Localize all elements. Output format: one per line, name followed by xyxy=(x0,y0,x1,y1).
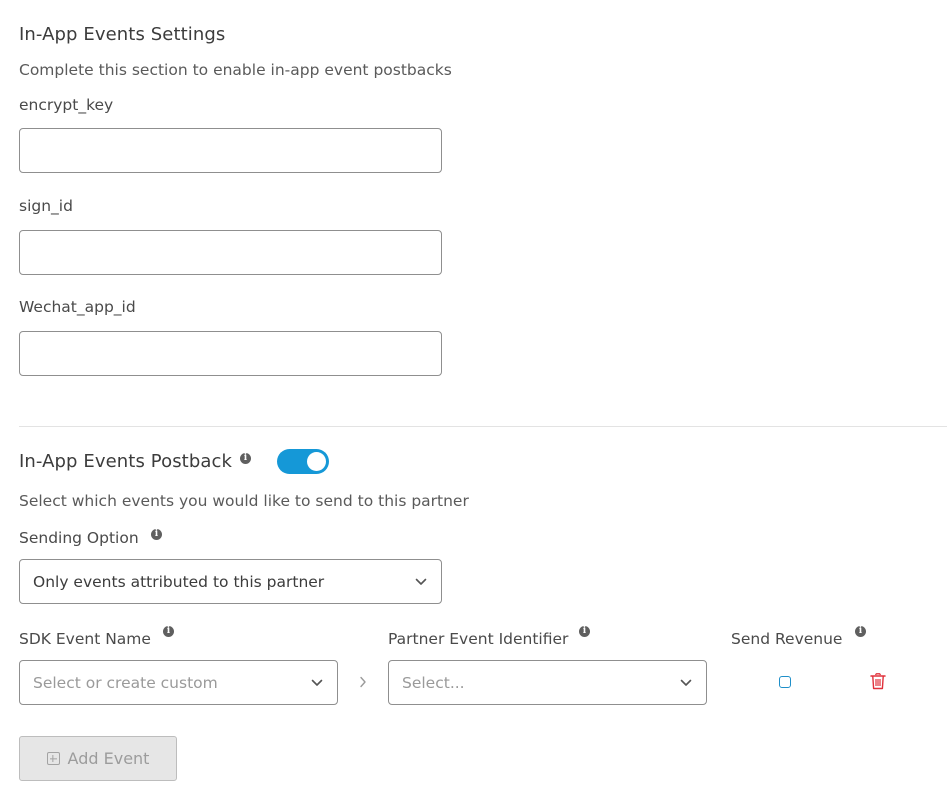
partner-event-select[interactable]: Select... xyxy=(388,660,707,705)
sending-option-value: Only events attributed to this partner xyxy=(33,572,325,591)
chevron-right-icon xyxy=(360,676,366,688)
chevron-down-icon xyxy=(680,679,692,686)
trash-icon[interactable] xyxy=(870,673,886,690)
info-icon[interactable]: i xyxy=(579,626,590,637)
in-app-events-panel: In-App Events Settings Complete this sec… xyxy=(0,0,947,798)
info-icon[interactable]: i xyxy=(240,453,251,464)
partner-event-placeholder: Select... xyxy=(402,673,465,692)
info-icon[interactable]: i xyxy=(855,626,866,637)
chevron-down-icon xyxy=(415,578,427,585)
send-revenue-checkbox[interactable] xyxy=(779,676,791,688)
settings-description: Complete this section to enable in-app e… xyxy=(19,61,452,79)
sdk-event-select[interactable]: Select or create custom xyxy=(19,660,338,705)
add-event-button[interactable]: Add Event xyxy=(19,736,177,781)
wechat-app-id-input[interactable] xyxy=(19,331,442,376)
sending-option-select[interactable]: Only events attributed to this partner xyxy=(19,559,442,604)
sign-id-label: sign_id xyxy=(19,197,73,215)
wechat-app-id-label: Wechat_app_id xyxy=(19,298,136,316)
sending-option-label: Sending Option xyxy=(19,529,139,547)
send-revenue-header: Send Revenue xyxy=(731,630,843,648)
postback-toggle[interactable] xyxy=(277,449,329,474)
sign-id-input[interactable] xyxy=(19,230,442,275)
partner-event-identifier-header: Partner Event Identifier xyxy=(388,630,569,648)
toggle-knob xyxy=(307,452,326,471)
section-divider xyxy=(19,426,947,427)
postback-title: In-App Events Postback xyxy=(19,451,233,472)
chevron-down-icon xyxy=(311,679,323,686)
encrypt-key-input[interactable] xyxy=(19,128,442,173)
settings-title: In-App Events Settings xyxy=(19,24,226,45)
info-icon[interactable]: i xyxy=(163,626,174,637)
add-event-label: Add Event xyxy=(67,749,150,768)
plus-square-icon xyxy=(46,752,60,765)
sdk-event-placeholder: Select or create custom xyxy=(33,673,218,692)
postback-description: Select which events you would like to se… xyxy=(19,492,469,510)
sdk-event-name-header: SDK Event Name xyxy=(19,630,151,648)
info-icon[interactable]: i xyxy=(151,529,162,540)
encrypt-key-label: encrypt_key xyxy=(19,96,114,114)
